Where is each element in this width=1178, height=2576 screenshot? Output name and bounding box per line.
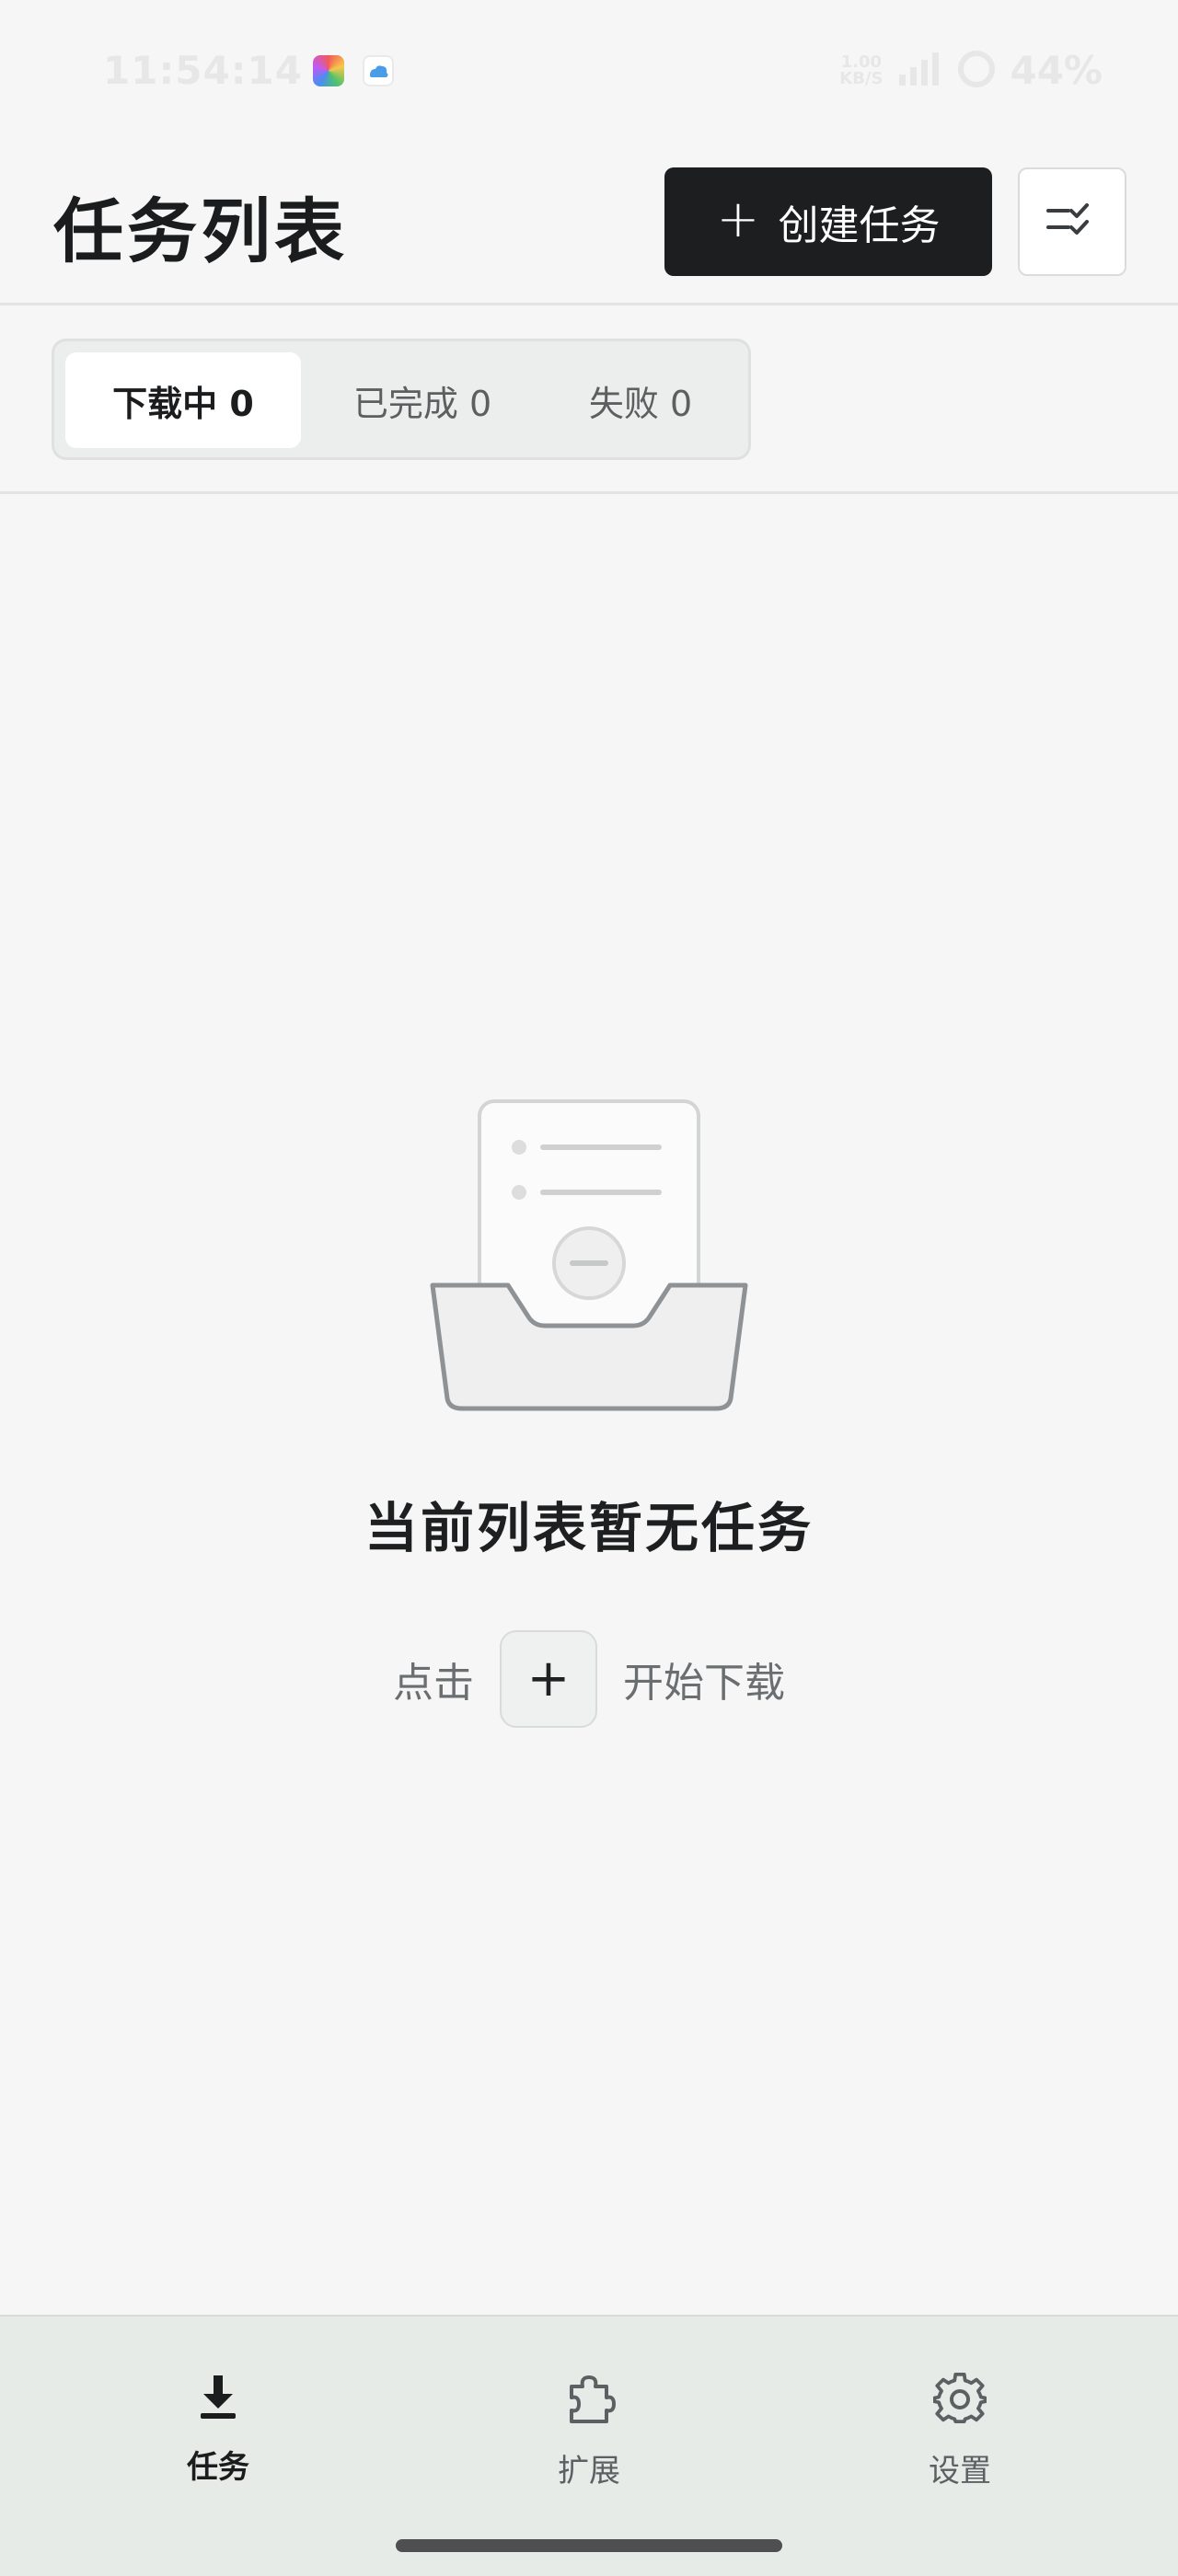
tab-downloading[interactable]: 下载中 0 — [65, 352, 301, 448]
nav-label-extensions: 扩展 — [558, 2453, 620, 2490]
header-divider — [0, 303, 1178, 305]
battery-ring-icon — [956, 49, 997, 93]
nav-item-tasks[interactable]: 任务 — [126, 2372, 310, 2487]
list-check-icon — [1046, 201, 1098, 242]
status-tabs: 下载中 0 已完成 0 失败 0 — [52, 339, 751, 460]
puzzle-icon — [562, 2372, 616, 2429]
tab-failed[interactable]: 失败 0 — [544, 352, 737, 448]
nav-item-settings[interactable]: 设置 — [868, 2372, 1052, 2490]
home-indicator[interactable] — [396, 2539, 782, 2552]
download-icon — [194, 2372, 242, 2425]
gear-icon — [932, 2372, 987, 2429]
battery-percent: 44% — [1010, 48, 1103, 93]
hint-text-after: 开始下载 — [623, 1660, 785, 1707]
create-task-label: 创建任务 — [778, 202, 941, 249]
nav-item-extensions[interactable]: 扩展 — [497, 2372, 681, 2490]
empty-state-title: 当前列表暂无任务 — [364, 1497, 814, 1559]
hint-text-before: 点击 — [393, 1660, 474, 1707]
status-time: 11:54:14 — [103, 48, 303, 93]
nav-label-settings: 设置 — [929, 2453, 991, 2490]
empty-state-hint: 点击 + 开始下载 — [0, 1628, 1178, 1730]
tabs-divider — [0, 491, 1178, 494]
hint-plus-button[interactable]: + — [500, 1630, 597, 1728]
page-title: 任务列表 — [53, 190, 348, 272]
create-task-button[interactable]: + 创建任务 — [664, 167, 992, 276]
status-right-group: 1.00 KB/S 44% — [839, 48, 1103, 93]
tab-completed[interactable]: 已完成 0 — [305, 352, 540, 448]
signal-icon — [895, 51, 943, 91]
plus-icon: + — [716, 190, 760, 249]
net-speed: 1.00 KB/S — [839, 52, 884, 88]
notification-app-icon — [313, 55, 344, 86]
bottom-nav: 任务 扩展 设置 — [0, 2315, 1178, 2576]
list-filter-button[interactable] — [1018, 167, 1126, 276]
notification-cloud-icon — [363, 55, 394, 86]
empty-inbox-illustration — [423, 1090, 755, 1425]
status-bar: 11:54:14 1.00 KB/S 44% — [0, 0, 1178, 147]
nav-label-tasks: 任务 — [187, 2449, 249, 2486]
